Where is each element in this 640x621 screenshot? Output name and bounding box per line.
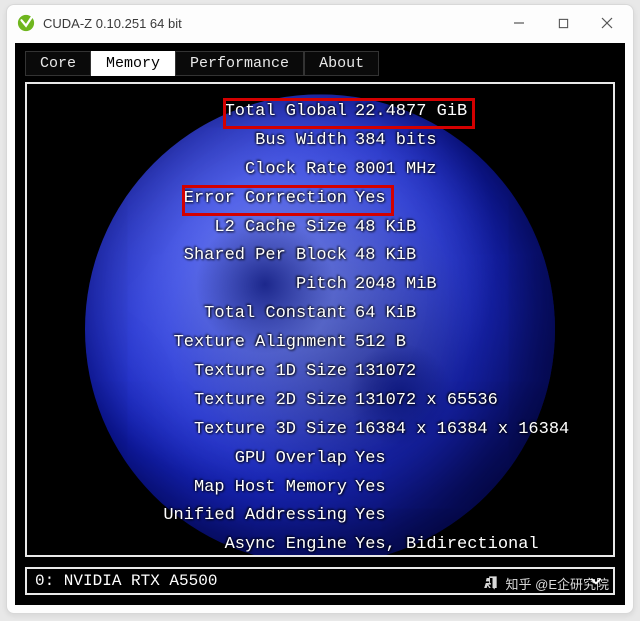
info-value: 48 KiB bbox=[355, 242, 595, 271]
tab-bar: Core Memory Performance About bbox=[17, 45, 623, 76]
info-label: Total Constant bbox=[45, 300, 355, 329]
info-row: Error CorrectionYes bbox=[45, 185, 595, 214]
info-label: Clock Rate bbox=[45, 156, 355, 185]
app-window: CUDA-Z 0.10.251 64 bit Core Memory Perfo… bbox=[6, 4, 634, 614]
minimize-button[interactable] bbox=[497, 8, 541, 38]
info-value: 2048 MiB bbox=[355, 271, 595, 300]
info-row: Texture 2D Size131072 x 65536 bbox=[45, 387, 595, 416]
info-label: GPU Overlap bbox=[45, 445, 355, 474]
tab-memory[interactable]: Memory bbox=[91, 51, 175, 76]
info-row: Total Global22.4877 GiB bbox=[45, 98, 595, 127]
info-value: 131072 x 65536 bbox=[355, 387, 595, 416]
info-label: Texture Alignment bbox=[45, 329, 355, 358]
info-value: 384 bits bbox=[355, 127, 595, 156]
app-logo-icon bbox=[17, 14, 35, 32]
info-row: GPU OverlapYes bbox=[45, 445, 595, 474]
info-label: Pitch bbox=[45, 271, 355, 300]
info-value: Yes bbox=[355, 502, 595, 531]
info-row: Map Host MemoryYes bbox=[45, 474, 595, 503]
info-row: Unified AddressingYes bbox=[45, 502, 595, 531]
info-row: L2 Cache Size48 KiB bbox=[45, 214, 595, 243]
info-value: 131072 bbox=[355, 358, 595, 387]
info-label: Total Global bbox=[45, 98, 355, 127]
info-value: 8001 MHz bbox=[355, 156, 595, 185]
info-value: Yes bbox=[355, 474, 595, 503]
info-label: Texture 1D Size bbox=[45, 358, 355, 387]
tab-performance[interactable]: Performance bbox=[175, 51, 304, 76]
device-selector[interactable]: 0: NVIDIA RTX A5500 bbox=[25, 567, 615, 595]
memory-info-list: Total Global22.4877 GiBBus Width384 bits… bbox=[27, 84, 613, 555]
info-label: L2 Cache Size bbox=[45, 214, 355, 243]
info-value: Yes, Bidirectional bbox=[355, 531, 595, 557]
titlebar: CUDA-Z 0.10.251 64 bit bbox=[7, 5, 633, 41]
info-row: Total Constant64 KiB bbox=[45, 300, 595, 329]
info-row: Texture 3D Size16384 x 16384 x 16384 bbox=[45, 416, 595, 445]
info-value: Yes bbox=[355, 185, 595, 214]
info-label: Async Engine bbox=[45, 531, 355, 557]
info-label: Texture 2D Size bbox=[45, 387, 355, 416]
info-label: Shared Per Block bbox=[45, 242, 355, 271]
info-value: 48 KiB bbox=[355, 214, 595, 243]
info-label: Bus Width bbox=[45, 127, 355, 156]
info-label: Unified Addressing bbox=[45, 502, 355, 531]
info-row: Pitch2048 MiB bbox=[45, 271, 595, 300]
info-row: Shared Per Block48 KiB bbox=[45, 242, 595, 271]
window-title: CUDA-Z 0.10.251 64 bit bbox=[43, 16, 497, 31]
footer-bar: 0: NVIDIA RTX A5500 bbox=[17, 563, 623, 603]
info-row: Clock Rate8001 MHz bbox=[45, 156, 595, 185]
info-value: 64 KiB bbox=[355, 300, 595, 329]
content-area: Core Memory Performance About Total Glob… bbox=[15, 43, 625, 605]
tab-about[interactable]: About bbox=[304, 51, 379, 76]
info-value: 16384 x 16384 x 16384 bbox=[355, 416, 595, 445]
info-row: Bus Width384 bits bbox=[45, 127, 595, 156]
info-panel: Total Global22.4877 GiBBus Width384 bits… bbox=[25, 82, 615, 557]
device-selector-value: 0: NVIDIA RTX A5500 bbox=[35, 572, 217, 590]
info-value: Yes bbox=[355, 445, 595, 474]
info-row: Texture 1D Size131072 bbox=[45, 358, 595, 387]
info-label: Map Host Memory bbox=[45, 474, 355, 503]
info-value: 22.4877 GiB bbox=[355, 98, 595, 127]
chevron-down-icon bbox=[587, 572, 605, 590]
maximize-button[interactable] bbox=[541, 8, 585, 38]
info-row: Async EngineYes, Bidirectional bbox=[45, 531, 595, 557]
info-label: Error Correction bbox=[45, 185, 355, 214]
tab-core[interactable]: Core bbox=[25, 51, 91, 76]
info-row: Texture Alignment512 B bbox=[45, 329, 595, 358]
info-value: 512 B bbox=[355, 329, 595, 358]
close-button[interactable] bbox=[585, 8, 629, 38]
info-label: Texture 3D Size bbox=[45, 416, 355, 445]
